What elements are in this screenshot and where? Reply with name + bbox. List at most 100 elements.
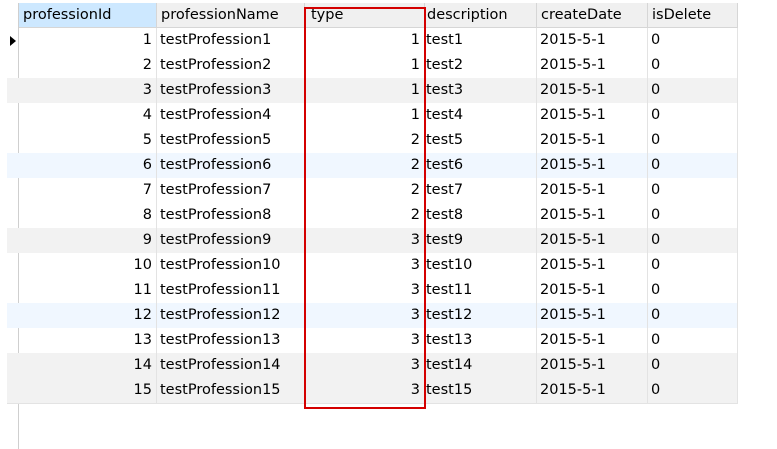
cell-isDelete[interactable]: 0	[648, 178, 738, 203]
cell-description[interactable]: test11	[425, 278, 537, 303]
cell-createDate[interactable]: 2015-5-1	[537, 328, 648, 353]
cell-professionName[interactable]: testProfession5	[157, 128, 305, 153]
cell-professionId[interactable]: 9	[19, 228, 157, 253]
cell-isDelete[interactable]: 0	[648, 78, 738, 103]
cell-professionId[interactable]: 8	[19, 203, 157, 228]
cell-professionId[interactable]: 1	[19, 28, 157, 53]
cell-type[interactable]: 1	[305, 103, 425, 128]
cell-description[interactable]: test2	[425, 53, 537, 78]
cell-professionName[interactable]: testProfession8	[157, 203, 305, 228]
cell-isDelete[interactable]: 0	[648, 203, 738, 228]
cell-createDate[interactable]: 2015-5-1	[537, 78, 648, 103]
cell-createDate[interactable]: 2015-5-1	[537, 153, 648, 178]
table-row[interactable]: 10 testProfession10 3 test10 2015-5-1 0	[7, 253, 738, 278]
cell-professionId[interactable]: 10	[19, 253, 157, 278]
cell-professionId[interactable]: 6	[19, 153, 157, 178]
cell-professionName[interactable]: testProfession14	[157, 353, 305, 378]
cell-description[interactable]: test8	[425, 203, 537, 228]
cell-professionName[interactable]: testProfession6	[157, 153, 305, 178]
cell-isDelete[interactable]: 0	[648, 353, 738, 378]
cell-professionName[interactable]: testProfession4	[157, 103, 305, 128]
cell-type[interactable]: 3	[305, 253, 425, 278]
cell-createDate[interactable]: 2015-5-1	[537, 303, 648, 328]
cell-createDate[interactable]: 2015-5-1	[537, 128, 648, 153]
cell-type[interactable]: 3	[305, 378, 425, 403]
cell-professionId[interactable]: 11	[19, 278, 157, 303]
cell-type[interactable]: 1	[305, 28, 425, 53]
cell-createDate[interactable]: 2015-5-1	[537, 28, 648, 53]
table-row[interactable]: 12 testProfession12 3 test12 2015-5-1 0	[7, 303, 738, 328]
cell-createDate[interactable]: 2015-5-1	[537, 103, 648, 128]
cell-createDate[interactable]: 2015-5-1	[537, 378, 648, 403]
cell-type[interactable]: 2	[305, 203, 425, 228]
cell-professionId[interactable]: 15	[19, 378, 157, 403]
cell-professionId[interactable]: 14	[19, 353, 157, 378]
cell-professionId[interactable]: 4	[19, 103, 157, 128]
table-row[interactable]: 15 testProfession15 3 test15 2015-5-1 0	[7, 378, 738, 403]
cell-description[interactable]: test15	[425, 378, 537, 403]
table-row[interactable]: 5 testProfession5 2 test5 2015-5-1 0	[7, 128, 738, 153]
cell-isDelete[interactable]: 0	[648, 303, 738, 328]
cell-description[interactable]: test9	[425, 228, 537, 253]
table-row[interactable]: 11 testProfession11 3 test11 2015-5-1 0	[7, 278, 738, 303]
cell-createDate[interactable]: 2015-5-1	[537, 353, 648, 378]
cell-isDelete[interactable]: 0	[648, 228, 738, 253]
table-row[interactable]: 6 testProfession6 2 test6 2015-5-1 0	[7, 153, 738, 178]
cell-professionName[interactable]: testProfession11	[157, 278, 305, 303]
cell-isDelete[interactable]: 0	[648, 53, 738, 78]
cell-createDate[interactable]: 2015-5-1	[537, 53, 648, 78]
cell-description[interactable]: test5	[425, 128, 537, 153]
cell-isDelete[interactable]: 0	[648, 128, 738, 153]
cell-description[interactable]: test7	[425, 178, 537, 203]
cell-professionName[interactable]: testProfession7	[157, 178, 305, 203]
column-header-professionId[interactable]: professionId	[19, 3, 157, 28]
cell-type[interactable]: 3	[305, 278, 425, 303]
table-row[interactable]: 2 testProfession2 1 test2 2015-5-1 0	[7, 53, 738, 78]
cell-type[interactable]: 2	[305, 178, 425, 203]
cell-professionId[interactable]: 12	[19, 303, 157, 328]
cell-isDelete[interactable]: 0	[648, 28, 738, 53]
cell-professionName[interactable]: testProfession12	[157, 303, 305, 328]
cell-description[interactable]: test10	[425, 253, 537, 278]
cell-description[interactable]: test1	[425, 28, 537, 53]
cell-description[interactable]: test3	[425, 78, 537, 103]
table-row[interactable]: 3 testProfession3 1 test3 2015-5-1 0	[7, 78, 738, 103]
cell-type[interactable]: 3	[305, 353, 425, 378]
cell-isDelete[interactable]: 0	[648, 153, 738, 178]
cell-type[interactable]: 1	[305, 78, 425, 103]
cell-isDelete[interactable]: 0	[648, 278, 738, 303]
cell-professionId[interactable]: 5	[19, 128, 157, 153]
cell-description[interactable]: test6	[425, 153, 537, 178]
cell-professionName[interactable]: testProfession1	[157, 28, 305, 53]
column-header-isDelete[interactable]: isDelete	[648, 3, 738, 28]
cell-type[interactable]: 1	[305, 53, 425, 78]
cell-description[interactable]: test12	[425, 303, 537, 328]
cell-isDelete[interactable]: 0	[648, 328, 738, 353]
cell-createDate[interactable]: 2015-5-1	[537, 253, 648, 278]
table-row[interactable]: 1 testProfession1 1 test1 2015-5-1 0	[7, 28, 738, 53]
cell-type[interactable]: 2	[305, 153, 425, 178]
cell-type[interactable]: 3	[305, 328, 425, 353]
column-header-description[interactable]: description	[425, 3, 537, 28]
cell-type[interactable]: 3	[305, 228, 425, 253]
cell-type[interactable]: 3	[305, 303, 425, 328]
cell-professionId[interactable]: 7	[19, 178, 157, 203]
cell-professionId[interactable]: 2	[19, 53, 157, 78]
column-header-createDate[interactable]: createDate	[537, 3, 648, 28]
table-row[interactable]: 8 testProfession8 2 test8 2015-5-1 0	[7, 203, 738, 228]
cell-isDelete[interactable]: 0	[648, 378, 738, 403]
cell-type[interactable]: 2	[305, 128, 425, 153]
cell-professionName[interactable]: testProfession3	[157, 78, 305, 103]
table-row[interactable]: 14 testProfession14 3 test14 2015-5-1 0	[7, 353, 738, 378]
table-row[interactable]: 7 testProfession7 2 test7 2015-5-1 0	[7, 178, 738, 203]
table-row[interactable]: 9 testProfession9 3 test9 2015-5-1 0	[7, 228, 738, 253]
cell-createDate[interactable]: 2015-5-1	[537, 278, 648, 303]
cell-isDelete[interactable]: 0	[648, 253, 738, 278]
cell-createDate[interactable]: 2015-5-1	[537, 203, 648, 228]
cell-professionId[interactable]: 13	[19, 328, 157, 353]
cell-createDate[interactable]: 2015-5-1	[537, 178, 648, 203]
cell-professionId[interactable]: 3	[19, 78, 157, 103]
cell-description[interactable]: test4	[425, 103, 537, 128]
column-header-professionName[interactable]: professionName	[157, 3, 305, 28]
cell-professionName[interactable]: testProfession2	[157, 53, 305, 78]
